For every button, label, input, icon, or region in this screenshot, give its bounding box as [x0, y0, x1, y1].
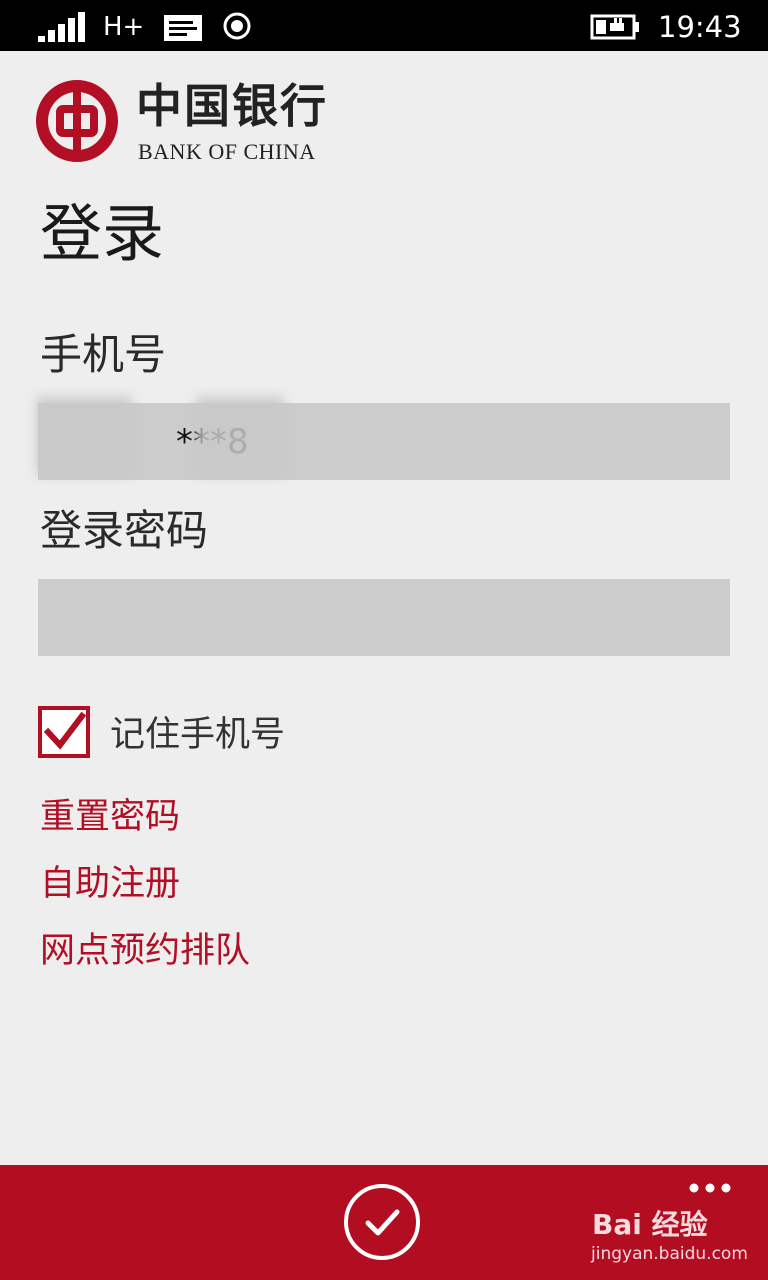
password-input[interactable]	[38, 579, 730, 656]
confirm-login-button[interactable]	[344, 1184, 420, 1260]
password-label: 登录密码	[40, 506, 209, 555]
checkmark-icon	[43, 711, 86, 750]
watermark-brand: Bai 经验	[592, 1208, 708, 1241]
battery-charging-icon	[590, 14, 639, 40]
bank-name-chinese: 中国银行	[136, 79, 328, 133]
remember-phone-checkbox[interactable]	[38, 706, 90, 758]
bank-logo-icon	[36, 80, 118, 162]
page-title: 登录	[40, 197, 165, 270]
phone-label: 手机号	[40, 330, 167, 379]
branch-queue-link[interactable]: 网点预约排队	[40, 929, 250, 973]
signal-icon	[38, 12, 85, 42]
remember-phone-label[interactable]: 记住手机号	[110, 712, 285, 758]
redaction-blur	[36, 396, 132, 476]
location-icon	[223, 12, 251, 40]
status-bar: H+ 19:43	[0, 0, 768, 51]
watermark-url: jingyan.baidu.com	[591, 1244, 748, 1264]
phone-input[interactable]	[38, 403, 730, 480]
bank-name-english: BANK OF CHINA	[138, 139, 316, 164]
redaction-blur	[196, 396, 284, 476]
message-icon	[164, 15, 202, 41]
reset-password-link[interactable]: 重置密码	[40, 795, 180, 839]
network-type: H+	[103, 12, 145, 42]
self-register-link[interactable]: 自助注册	[40, 862, 180, 906]
more-dots-icon[interactable]	[688, 1180, 732, 1196]
clock: 19:43	[658, 10, 742, 44]
check-circle-icon	[365, 1209, 400, 1236]
